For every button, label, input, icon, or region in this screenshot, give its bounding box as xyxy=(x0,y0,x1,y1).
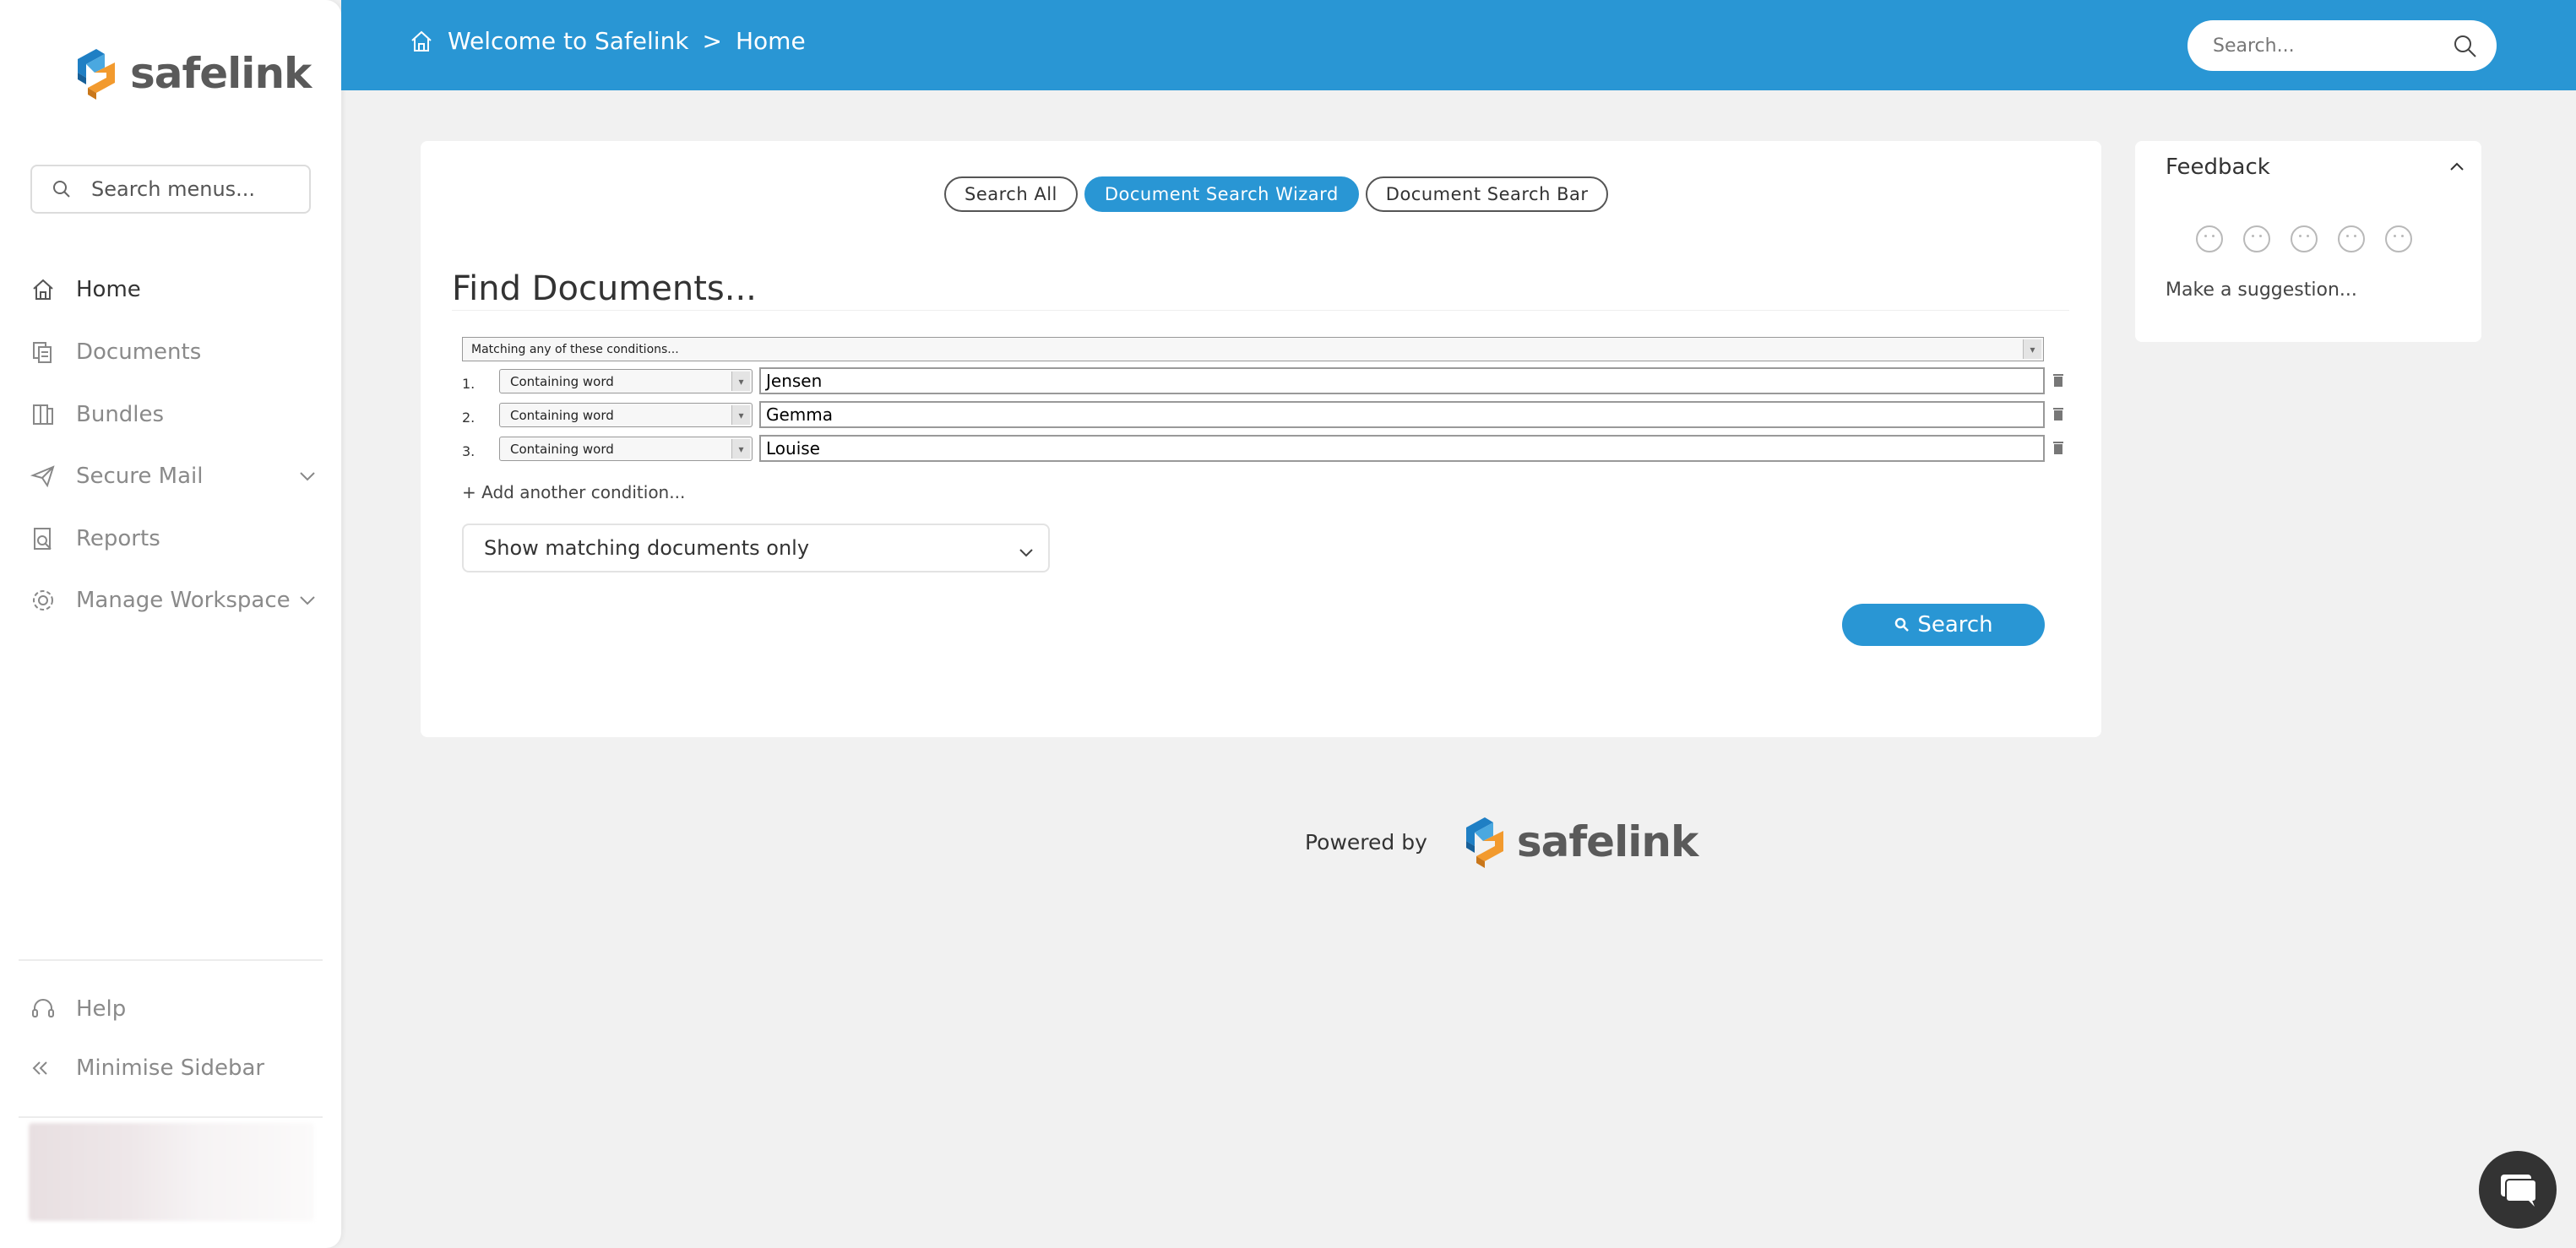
sidebar-item-label: Help xyxy=(76,996,127,1022)
condition-number: 1. xyxy=(462,376,476,392)
sad-face-icon[interactable] xyxy=(2243,225,2270,252)
tab-document-search-wizard[interactable]: Document Search Wizard xyxy=(1084,176,1359,212)
sidebar-item-reports[interactable]: Reports xyxy=(30,513,318,564)
trash-icon[interactable] xyxy=(2052,406,2065,425)
condition-row: 2. Containing word ▾ Gemma xyxy=(462,401,2067,428)
happy-face-icon[interactable] xyxy=(2338,225,2365,252)
sidebar-search-input[interactable] xyxy=(91,177,294,201)
top-bar: Welcome to Safelink > Home xyxy=(341,0,2576,90)
user-profile[interactable] xyxy=(29,1123,314,1221)
search-icon[interactable] xyxy=(2453,34,2478,62)
chevron-down-icon xyxy=(1018,542,1035,566)
condition-type-select[interactable]: Containing word ▾ xyxy=(499,403,753,427)
sidebar-item-home[interactable]: Home xyxy=(30,264,318,315)
sidebar-item-label: Documents xyxy=(76,339,202,365)
condition-row: 3. Containing word ▾ Louise xyxy=(462,435,2067,462)
condition-type-value: Containing word xyxy=(510,373,614,389)
condition-row: 1. Containing word ▾ Jensen xyxy=(462,367,2067,394)
safelink-logo[interactable]: safelink xyxy=(71,44,312,103)
condition-type-value: Containing word xyxy=(510,441,614,457)
sidebar-search[interactable] xyxy=(30,165,311,214)
feedback-rating xyxy=(2196,225,2412,252)
powered-by-label: Powered by xyxy=(1305,829,1427,855)
dropdown-arrow-icon[interactable]: ▾ xyxy=(731,439,750,459)
sidebar-item-label: Minimise Sidebar xyxy=(76,1055,265,1081)
chevron-down-icon[interactable] xyxy=(297,590,318,614)
sidebar-item-label: Bundles xyxy=(76,402,165,427)
safelink-logo-mark-icon xyxy=(78,49,115,100)
trash-icon[interactable] xyxy=(2052,440,2065,459)
chevron-down-icon[interactable] xyxy=(297,466,318,490)
dropdown-arrow-icon[interactable]: ▾ xyxy=(731,372,750,391)
sidebar-item-documents[interactable]: Documents xyxy=(30,327,318,377)
neutral-face-icon[interactable] xyxy=(2291,225,2318,252)
condition-type-select[interactable]: Containing word ▾ xyxy=(499,437,753,461)
reports-icon xyxy=(30,526,76,551)
home-icon[interactable] xyxy=(409,29,434,54)
show-option-value: Show matching documents only xyxy=(484,536,810,560)
chat-button[interactable] xyxy=(2479,1151,2557,1229)
safelink-logo-mark-icon xyxy=(1465,817,1503,868)
sidebar-item-help[interactable]: Help xyxy=(30,984,318,1034)
sidebar-item-bundles[interactable]: Bundles xyxy=(30,389,318,440)
page-title: Find Documents... xyxy=(452,269,757,308)
sidebar-item-label: Manage Workspace xyxy=(76,588,291,613)
global-search[interactable] xyxy=(2187,20,2497,71)
match-mode-select[interactable]: Matching any of these conditions... ▾ xyxy=(462,337,2044,361)
breadcrumb-separator: > xyxy=(702,27,722,55)
dropdown-arrow-icon[interactable]: ▾ xyxy=(731,405,750,425)
double-chevron-left-icon xyxy=(30,1058,76,1078)
very-sad-face-icon[interactable] xyxy=(2196,225,2223,252)
home-icon xyxy=(30,277,76,302)
feedback-panel: Feedback Make a suggestion... xyxy=(2135,141,2481,342)
match-mode-value: Matching any of these conditions... xyxy=(471,342,679,356)
search-button-label: Search xyxy=(1917,612,1993,638)
footer-logo-text: safelink xyxy=(1516,817,1698,866)
sidebar-item-manage-workspace[interactable]: Manage Workspace xyxy=(30,575,318,626)
trash-icon[interactable] xyxy=(2052,372,2065,391)
feedback-title: Feedback xyxy=(2166,155,2270,180)
sidebar-divider xyxy=(19,959,323,961)
condition-number: 2. xyxy=(462,410,476,426)
condition-value-input[interactable]: Jensen xyxy=(759,367,2045,394)
very-happy-face-icon[interactable] xyxy=(2385,225,2412,252)
tab-search-all[interactable]: Search All xyxy=(944,176,1078,212)
sidebar-item-label: Reports xyxy=(76,526,160,551)
chat-icon xyxy=(2497,1171,2538,1208)
sidebar-item-label: Home xyxy=(76,277,141,302)
breadcrumb-item[interactable]: Welcome to Safelink xyxy=(448,27,689,55)
sidebar-item-minimise[interactable]: Minimise Sidebar xyxy=(30,1043,318,1093)
sidebar: safelink Home Documents Bundles Secure M… xyxy=(0,0,341,1248)
gear-icon xyxy=(30,588,76,613)
logo-text: safelink xyxy=(130,49,312,98)
make-suggestion-link[interactable]: Make a suggestion... xyxy=(2166,279,2357,301)
search-icon xyxy=(32,179,91,199)
sidebar-item-secure-mail[interactable]: Secure Mail xyxy=(30,451,318,502)
search-tabs: Search All Document Search Wizard Docume… xyxy=(944,176,1609,212)
sidebar-divider xyxy=(19,1116,323,1118)
global-search-input[interactable] xyxy=(2213,35,2449,57)
magnifier-icon xyxy=(1894,616,1910,633)
breadcrumb: Welcome to Safelink > Home xyxy=(409,27,806,55)
condition-number: 3. xyxy=(462,443,476,459)
breadcrumb-item[interactable]: Home xyxy=(736,27,806,55)
tab-document-search-bar[interactable]: Document Search Bar xyxy=(1365,176,1609,212)
sidebar-item-label: Secure Mail xyxy=(76,464,204,489)
bundles-icon xyxy=(30,402,76,427)
condition-type-select[interactable]: Containing word ▾ xyxy=(499,369,753,393)
send-icon xyxy=(30,464,76,489)
powered-by: Powered by safelink xyxy=(1305,812,1698,871)
show-option-select[interactable]: Show matching documents only xyxy=(462,524,1050,572)
search-button[interactable]: Search xyxy=(1842,604,2045,646)
chevron-up-icon[interactable] xyxy=(2448,158,2466,180)
condition-value-input[interactable]: Louise xyxy=(759,435,2045,462)
dropdown-arrow-icon[interactable]: ▾ xyxy=(2023,339,2041,359)
condition-type-value: Containing word xyxy=(510,407,614,423)
condition-value-input[interactable]: Gemma xyxy=(759,401,2045,428)
headset-icon xyxy=(30,996,76,1022)
add-condition-link[interactable]: + Add another condition... xyxy=(462,482,685,502)
title-divider xyxy=(452,310,2069,311)
document-search-card: Search All Document Search Wizard Docume… xyxy=(421,141,2101,737)
documents-icon xyxy=(30,339,76,365)
